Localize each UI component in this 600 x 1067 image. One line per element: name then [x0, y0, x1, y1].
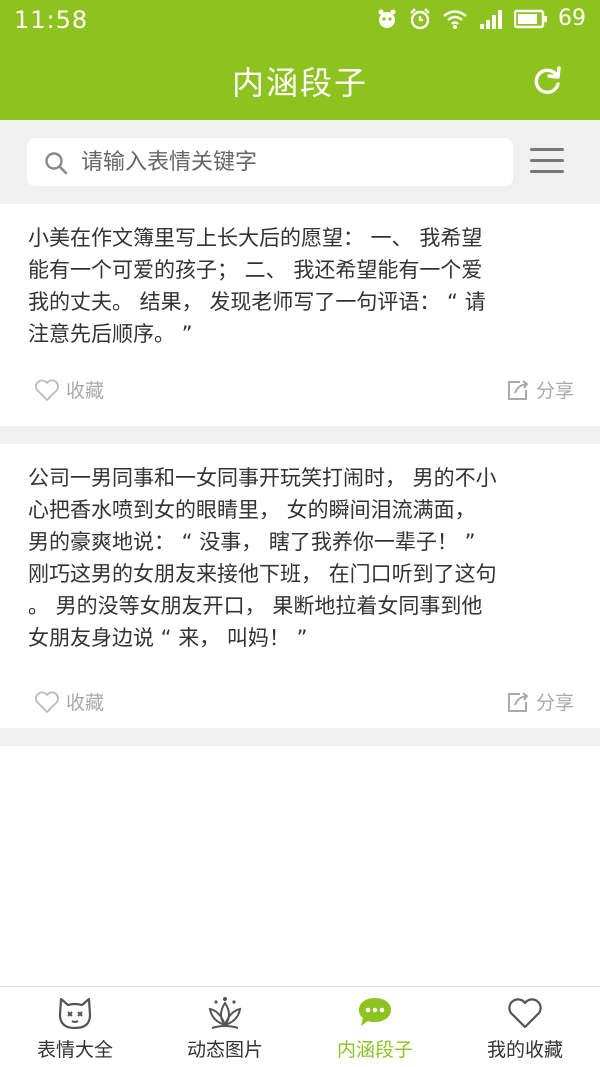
- search-area: [0, 120, 600, 204]
- search-input[interactable]: [81, 145, 491, 179]
- heart-icon: [35, 691, 59, 713]
- post-actions: 收藏 分享: [0, 688, 600, 720]
- battery-icon: [514, 9, 547, 28]
- favorite-label: 收藏: [66, 692, 105, 714]
- divider: [0, 426, 600, 444]
- heart-icon: [35, 379, 59, 401]
- bottom-nav: 表情大全 动态图片 内涵段子 我的收藏: [0, 986, 600, 1067]
- divider: [0, 728, 600, 746]
- post-text: 小美在作文簿里写上长大后的愿望： 一、 我希望 能有一个可爱的孩子； 二、 我还…: [28, 226, 486, 346]
- post-card: 小美在作文簿里写上长大后的愿望： 一、 我希望 能有一个可爱的孩子； 二、 我还…: [0, 204, 600, 426]
- refresh-icon: [534, 66, 561, 94]
- menu-line: [530, 170, 564, 173]
- page-title: 内涵段子: [231, 64, 368, 102]
- menu-line: [530, 148, 564, 151]
- nav-item-favorites[interactable]: 我的收藏: [450, 987, 600, 1067]
- chat-bubble-icon: [359, 998, 391, 1026]
- app-header: 内涵段子: [0, 40, 600, 120]
- lotus-icon: [208, 997, 242, 1029]
- nav-item-jokes[interactable]: 内涵段子: [300, 987, 450, 1067]
- favorite-button[interactable]: 收藏: [34, 376, 104, 403]
- status-icons: 69: [376, 6, 586, 31]
- post-card: 公司一男同事和一女同事开玩笑打闹时， 男的不小 心把香水喷到女的眼睛里， 女的瞬…: [0, 444, 600, 728]
- post-actions: 收藏 分享: [0, 376, 600, 408]
- nav-label: 动态图片: [186, 1039, 263, 1061]
- menu-button[interactable]: [530, 148, 564, 176]
- refresh-button[interactable]: [530, 64, 564, 98]
- search-box[interactable]: [27, 138, 513, 186]
- nav-item-emoji[interactable]: 表情大全: [0, 987, 150, 1067]
- nav-label: 表情大全: [36, 1039, 113, 1061]
- nav-label: 内涵段子: [336, 1039, 413, 1061]
- share-button[interactable]: 分享: [506, 688, 574, 715]
- notification-icon: [378, 9, 396, 28]
- status-time: 11:58: [14, 6, 89, 34]
- status-bar: 11:58 69: [0, 0, 600, 40]
- signal-icon: [480, 9, 502, 29]
- menu-line: [530, 159, 564, 162]
- nav-item-gif[interactable]: 动态图片: [150, 987, 300, 1067]
- search-icon: [45, 152, 68, 175]
- share-label: 分享: [535, 692, 574, 714]
- alarm-icon: [410, 7, 430, 29]
- favorite-button[interactable]: 收藏: [34, 688, 104, 715]
- share-icon: [507, 379, 528, 400]
- cat-face-icon: [58, 997, 92, 1030]
- battery-level: 69: [558, 6, 586, 31]
- share-button[interactable]: 分享: [506, 376, 574, 403]
- share-label: 分享: [535, 380, 574, 402]
- favorite-label: 收藏: [66, 380, 105, 402]
- heart-icon: [508, 998, 542, 1029]
- top-bar: 11:58 69 内涵段子: [0, 0, 600, 120]
- wifi-icon: [443, 9, 467, 29]
- share-icon: [507, 691, 528, 712]
- post-text: 公司一男同事和一女同事开玩笑打闹时， 男的不小 心把香水喷到女的眼睛里， 女的瞬…: [28, 466, 497, 650]
- nav-label: 我的收藏: [486, 1039, 563, 1061]
